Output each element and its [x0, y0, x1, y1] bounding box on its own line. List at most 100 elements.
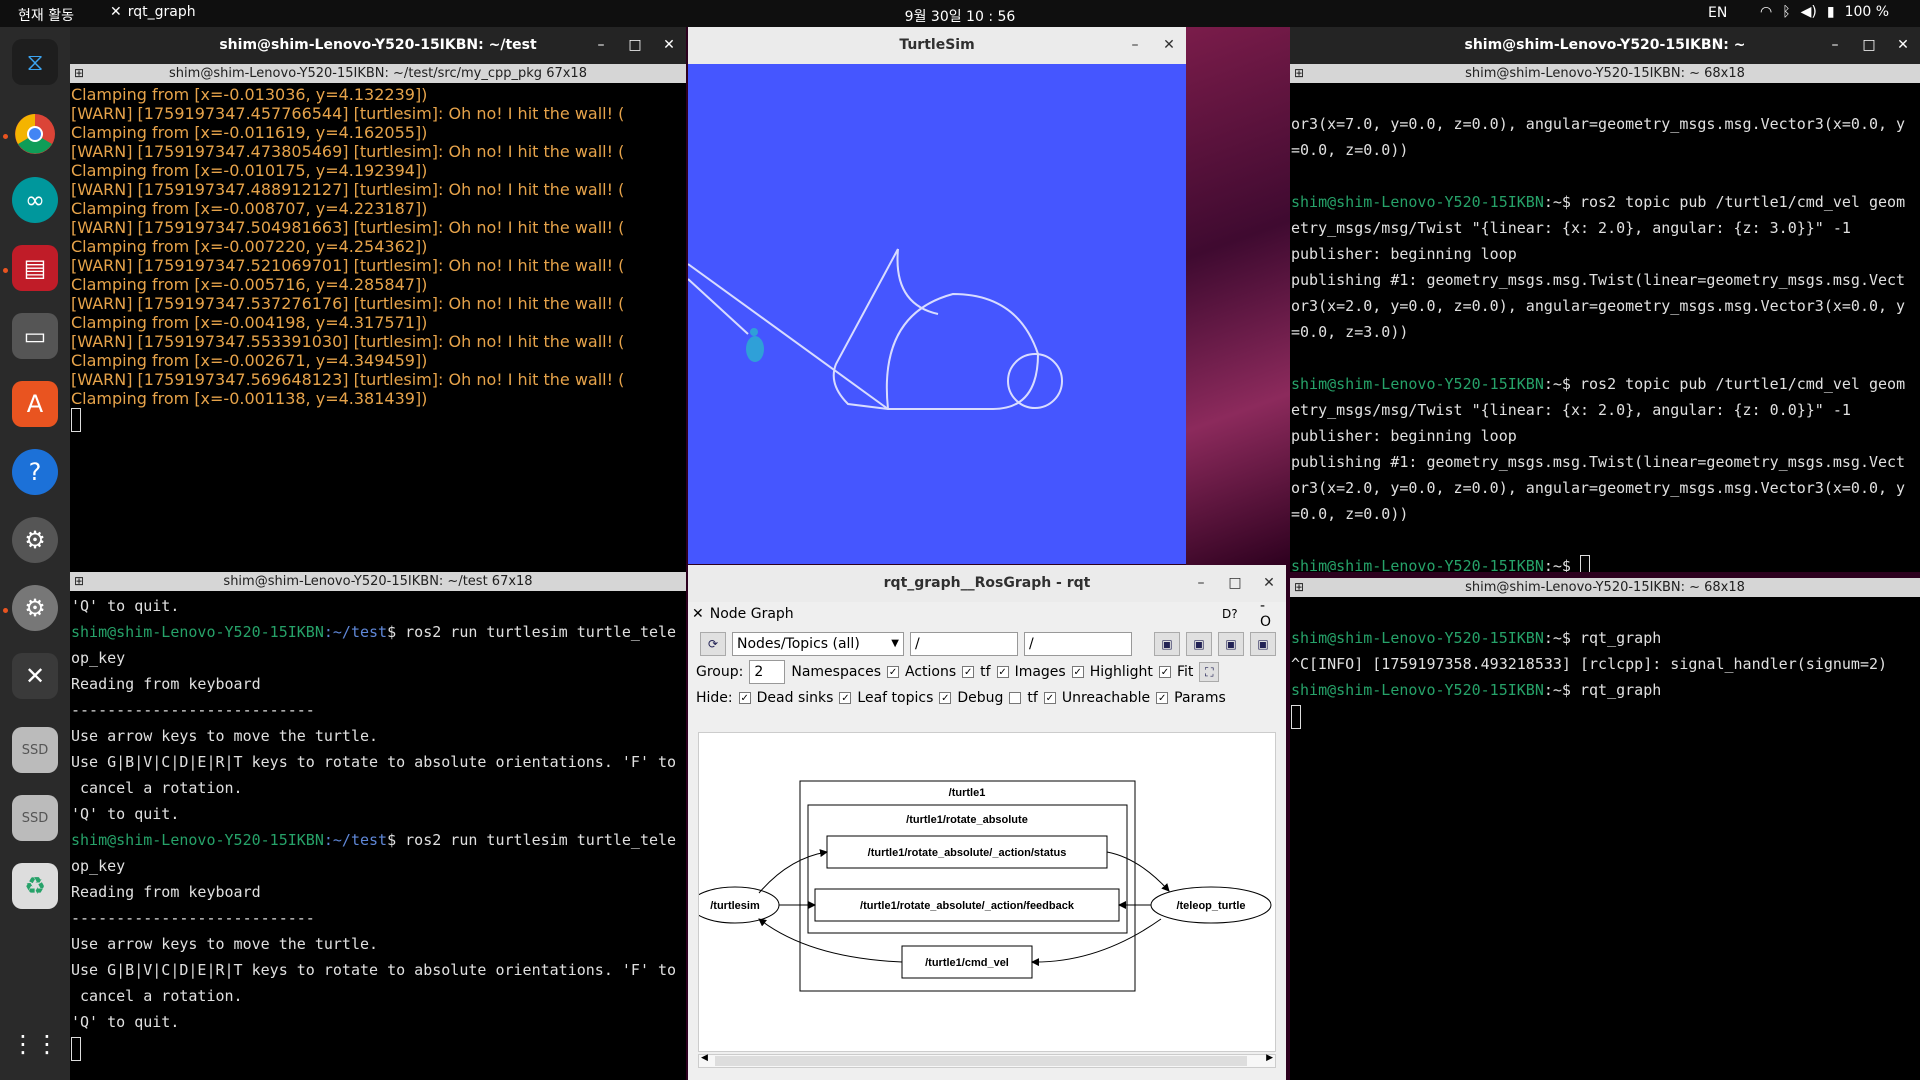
dock: ⧖ ∞ ▤ ▭ A ? ⚙ ⚙ ✕ SSD SSD ♻ ⋮⋮: [0, 27, 70, 1080]
window-titlebar[interactable]: TurtleSim – ✕: [688, 27, 1186, 64]
ssd-drive2-icon[interactable]: SSD: [12, 795, 58, 841]
unreachable-label: Unreachable: [1061, 690, 1151, 706]
rqt-window[interactable]: rqt_graph__RosGraph - rqt – □ ✕ ✕ Node Grap…: [688, 565, 1286, 1080]
files-icon[interactable]: ▭: [12, 313, 58, 359]
ssd-drive-icon[interactable]: SSD: [12, 727, 58, 773]
chrome-icon[interactable]: [12, 111, 58, 157]
load-dot-icon[interactable]: ▣: [1154, 632, 1180, 656]
text-cursor: [1580, 554, 1590, 572]
terminal-icon[interactable]: ▤: [12, 245, 58, 291]
help-icon[interactable]: ?: [12, 449, 58, 495]
images-checkbox[interactable]: ✓: [996, 666, 1009, 678]
input-language[interactable]: EN: [1708, 5, 1727, 21]
node-filter-input[interactable]: /: [910, 632, 1018, 656]
ros-graph-canvas[interactable]: /turtle1 /turtle1/rotate_absolute /turtl…: [690, 732, 1276, 1052]
terminal-window-bottom-right[interactable]: ⊞ shim@shim-Lenovo-Y520-15IKBN: ~ 68x18 s…: [1290, 578, 1920, 1080]
topic-filter-input[interactable]: /: [1024, 632, 1132, 656]
terminal-window-bottom-left[interactable]: ⊞ shim@shim-Lenovo-Y520-15IKBN: ~/test 67…: [70, 572, 686, 1080]
log-line: Clamping from [x=-0.007220, y=4.254362]): [71, 237, 428, 256]
minimize-icon[interactable]: –: [1192, 565, 1210, 602]
minimize-icon[interactable]: –: [1126, 27, 1144, 64]
show-apps-icon[interactable]: ⋮⋮: [11, 1021, 59, 1067]
log-line: [WARN] [1759197347.521069701] [turtlesim…: [71, 256, 625, 275]
leaf-topics-checkbox[interactable]: ✓: [839, 692, 852, 704]
actions-checkbox[interactable]: ✓: [887, 666, 900, 678]
dock-help-icon[interactable]: D?: [1222, 607, 1238, 621]
tools-icon: ✕: [692, 606, 704, 622]
chevron-down-icon: ▼: [891, 638, 899, 649]
terminal-window-top-left[interactable]: shim@shim-Lenovo-Y520-15IKBN: ~/test – □ ✕…: [70, 27, 686, 572]
fit-checkbox[interactable]: ✓: [1158, 666, 1171, 678]
tf-checkbox[interactable]: ✓: [962, 666, 975, 678]
scroll-thumb[interactable]: [715, 1056, 1247, 1066]
clock[interactable]: 9월 30일 10 : 56: [0, 6, 1920, 26]
maximize-icon[interactable]: □: [1226, 565, 1244, 602]
topic-label: /turtle1/rotate_absolute/_action/feedbac…: [860, 900, 1075, 912]
terminal-tab[interactable]: ⊞ shim@shim-Lenovo-Y520-15IKBN: ~ 68x18: [1290, 578, 1920, 597]
terminal-tab[interactable]: ⊞ shim@shim-Lenovo-Y520-15IKBN: ~/test/sr…: [70, 64, 686, 83]
command: etry_msgs/msg/Twist "{linear: {x: 2.0}, …: [1291, 219, 1851, 237]
params-checkbox[interactable]: ✓: [1156, 692, 1169, 704]
unreachable-checkbox[interactable]: ✓: [1043, 692, 1056, 704]
terminal-window-top-right[interactable]: shim@shim-Lenovo-Y520-15IKBN: ~ – □ ✕ ⊞ shi…: [1290, 27, 1920, 572]
vscode-icon[interactable]: ⧖: [12, 39, 58, 85]
output-line: Use G|B|V|C|D|E|R|T keys to rotate to ab…: [71, 753, 677, 771]
terminal-output[interactable]: Clamping from [x=-0.013036, y=4.132239])…: [70, 83, 686, 432]
output-line: op_key: [71, 649, 126, 667]
dock-close-icon[interactable]: - O: [1260, 598, 1271, 630]
terminal-output[interactable]: or3(x=7.0, y=0.0, z=0.0), angular=geomet…: [1290, 83, 1920, 572]
maximize-icon[interactable]: □: [1860, 27, 1878, 64]
minimize-icon[interactable]: –: [1826, 27, 1844, 64]
close-icon[interactable]: ✕: [660, 27, 678, 64]
output-line: Use arrow keys to move the turtle.: [71, 727, 379, 745]
terminal-output[interactable]: shim@shim-Lenovo-Y520-15IKBN:~$ rqt_grap…: [1290, 597, 1920, 781]
refresh-icon[interactable]: ⟳: [700, 632, 726, 656]
terminal-output[interactable]: 'Q' to quit. shim@shim-Lenovo-Y520-15IKBN…: [70, 591, 686, 1061]
dead-sinks-checkbox[interactable]: ✓: [738, 692, 751, 704]
tf-hide-checkbox[interactable]: [1009, 692, 1022, 704]
debug-checkbox[interactable]: ✓: [939, 692, 952, 704]
log-line: Clamping from [x=-0.004198, y=4.317571]): [71, 313, 428, 332]
output-line: publishing #1: geometry_msgs.msg.Twist(l…: [1291, 271, 1906, 289]
output-line: =0.0, z=0.0)): [1291, 505, 1409, 523]
terminal-tab[interactable]: ⊞ shim@shim-Lenovo-Y520-15IKBN: ~/test 67…: [70, 572, 686, 591]
fit-view-icon[interactable]: ⛶: [1199, 662, 1220, 682]
minimize-icon[interactable]: –: [592, 27, 610, 64]
save-svg-icon[interactable]: ▣: [1218, 632, 1244, 656]
trash-icon[interactable]: ♻: [12, 863, 58, 909]
command: :~$: [1543, 557, 1580, 572]
split-icon: ⊞: [74, 574, 85, 588]
toolbar: ⟳ Nodes/Topics (all) ▼ / / ▣ ▣ ▣ ▣: [700, 632, 1276, 656]
system-tray[interactable]: ◠ ᛒ ◀) ▮ 100 %: [1760, 4, 1889, 20]
software-icon[interactable]: A: [12, 381, 58, 427]
window-titlebar[interactable]: shim@shim-Lenovo-Y520-15IKBN: ~/test – □ ✕: [70, 27, 686, 64]
close-icon[interactable]: ✕: [1160, 27, 1178, 64]
close-icon[interactable]: ✕: [1260, 565, 1278, 602]
close-icon[interactable]: ✕: [1894, 27, 1912, 64]
save-dot-icon[interactable]: ▣: [1186, 632, 1212, 656]
horizontal-scrollbar[interactable]: ◀ ▶: [698, 1053, 1276, 1068]
window-titlebar[interactable]: rqt_graph__RosGraph - rqt – □ ✕: [688, 565, 1286, 602]
rqt-tools-icon[interactable]: ✕: [12, 653, 58, 699]
log-line: [WARN] [1759197347.473805469] [turtlesim…: [71, 142, 625, 161]
prompt: shim@shim-Lenovo-Y520-15IKBN: [1291, 629, 1544, 647]
group-spinbox[interactable]: 2: [749, 660, 786, 684]
scroll-right-icon[interactable]: ▶: [1266, 1053, 1273, 1063]
debug-label: Debug: [957, 690, 1004, 706]
save-image-icon[interactable]: ▣: [1250, 632, 1276, 656]
arduino-icon[interactable]: ∞: [12, 177, 58, 223]
settings2-icon[interactable]: ⚙: [12, 585, 58, 631]
highlight-checkbox[interactable]: ✓: [1071, 666, 1084, 678]
output-line: 'Q' to quit.: [71, 805, 180, 823]
turtlesim-window[interactable]: TurtleSim – ✕: [688, 27, 1186, 564]
window-titlebar[interactable]: shim@shim-Lenovo-Y520-15IKBN: ~ – □ ✕: [1290, 27, 1920, 64]
terminal-tab[interactable]: ⊞ shim@shim-Lenovo-Y520-15IKBN: ~ 68x18: [1290, 64, 1920, 83]
settings-icon[interactable]: ⚙: [12, 517, 58, 563]
prompt: shim@shim-Lenovo-Y520-15IKBN: [1291, 681, 1544, 699]
graph-type-select[interactable]: Nodes/Topics (all) ▼: [732, 632, 904, 656]
tf-hide-label: tf: [1027, 690, 1038, 706]
scroll-left-icon[interactable]: ◀: [701, 1053, 708, 1063]
maximize-icon[interactable]: □: [626, 27, 644, 64]
output-line: ---------------------------: [71, 701, 315, 719]
split-icon: ⊞: [1294, 66, 1305, 80]
